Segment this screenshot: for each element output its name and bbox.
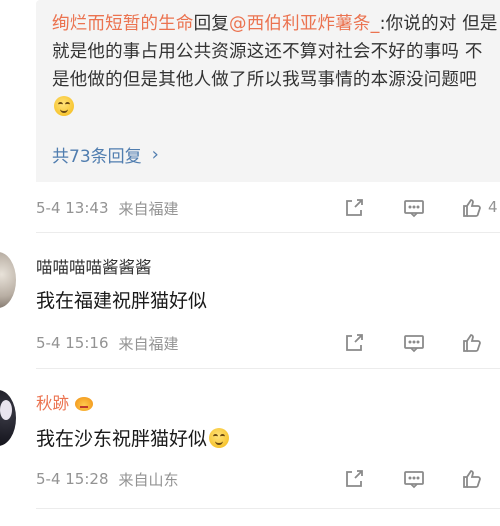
divider (36, 232, 500, 233)
more-replies-link[interactable]: 共73条回复 › (52, 142, 159, 167)
more-replies-label: 共73条回复 (52, 147, 142, 167)
share-icon[interactable] (342, 467, 366, 491)
reply-preview-text: 绚烂而短暂的生命回复@西伯利亚炸薯条_:你说的对 但是就是他的事占用公共资源这还… (52, 10, 498, 122)
comment-location: 来自福建 (118, 199, 179, 218)
reply-author-link[interactable]: 绚烂而短暂的生命 (52, 14, 194, 34)
comment-icon[interactable] (402, 467, 426, 491)
comment-time: 5-4 15:28 (36, 470, 109, 488)
divider (36, 368, 500, 369)
comment-meta-2: 5-4 15:16 来自福建 (36, 331, 500, 355)
username[interactable]: 喵喵喵喵酱酱酱 (36, 254, 152, 278)
share-icon[interactable] (342, 196, 366, 220)
vip-crown-icon (75, 395, 93, 411)
username-label: 秋跡 (36, 394, 69, 413)
share-icon[interactable] (342, 331, 366, 355)
comment-time: 5-4 13:43 (36, 199, 109, 217)
comment-meta-1: 5-4 13:43 来自福建 4 (36, 196, 500, 220)
mention-link[interactable]: @西伯利亚炸薯条_ (229, 14, 380, 34)
comment-icon[interactable] (402, 196, 426, 220)
username[interactable]: 秋跡 (36, 390, 93, 414)
like-icon[interactable] (460, 196, 484, 220)
comment-location: 来自福建 (118, 334, 179, 353)
reply-word: 回复 (193, 14, 230, 34)
reply-preview-box[interactable]: 绚烂而短暂的生命回复@西伯利亚炸薯条_:你说的对 但是就是他的事占用公共资源这还… (36, 0, 500, 182)
comment-text-label: 我在沙东祝胖猫好似 (36, 428, 208, 450)
comment-icon[interactable] (402, 331, 426, 355)
laugh-cry-emoji (54, 96, 74, 116)
comment-time: 5-4 15:16 (36, 334, 109, 352)
avatar[interactable] (0, 252, 16, 308)
comment-text: 我在福建祝胖猫好似 (36, 290, 208, 312)
comment-text: 我在沙东祝胖猫好似 (36, 424, 230, 451)
smile-emoji (209, 428, 230, 448)
comment-location: 来自山东 (118, 470, 179, 489)
like-icon[interactable] (460, 331, 484, 355)
divider (36, 508, 500, 509)
avatar[interactable] (0, 390, 16, 446)
comment-meta-3: 5-4 15:28 来自山东 (36, 467, 500, 491)
like-count: 4 (488, 198, 498, 216)
like-icon[interactable] (460, 467, 484, 491)
chevron-right-icon: › (151, 144, 159, 165)
